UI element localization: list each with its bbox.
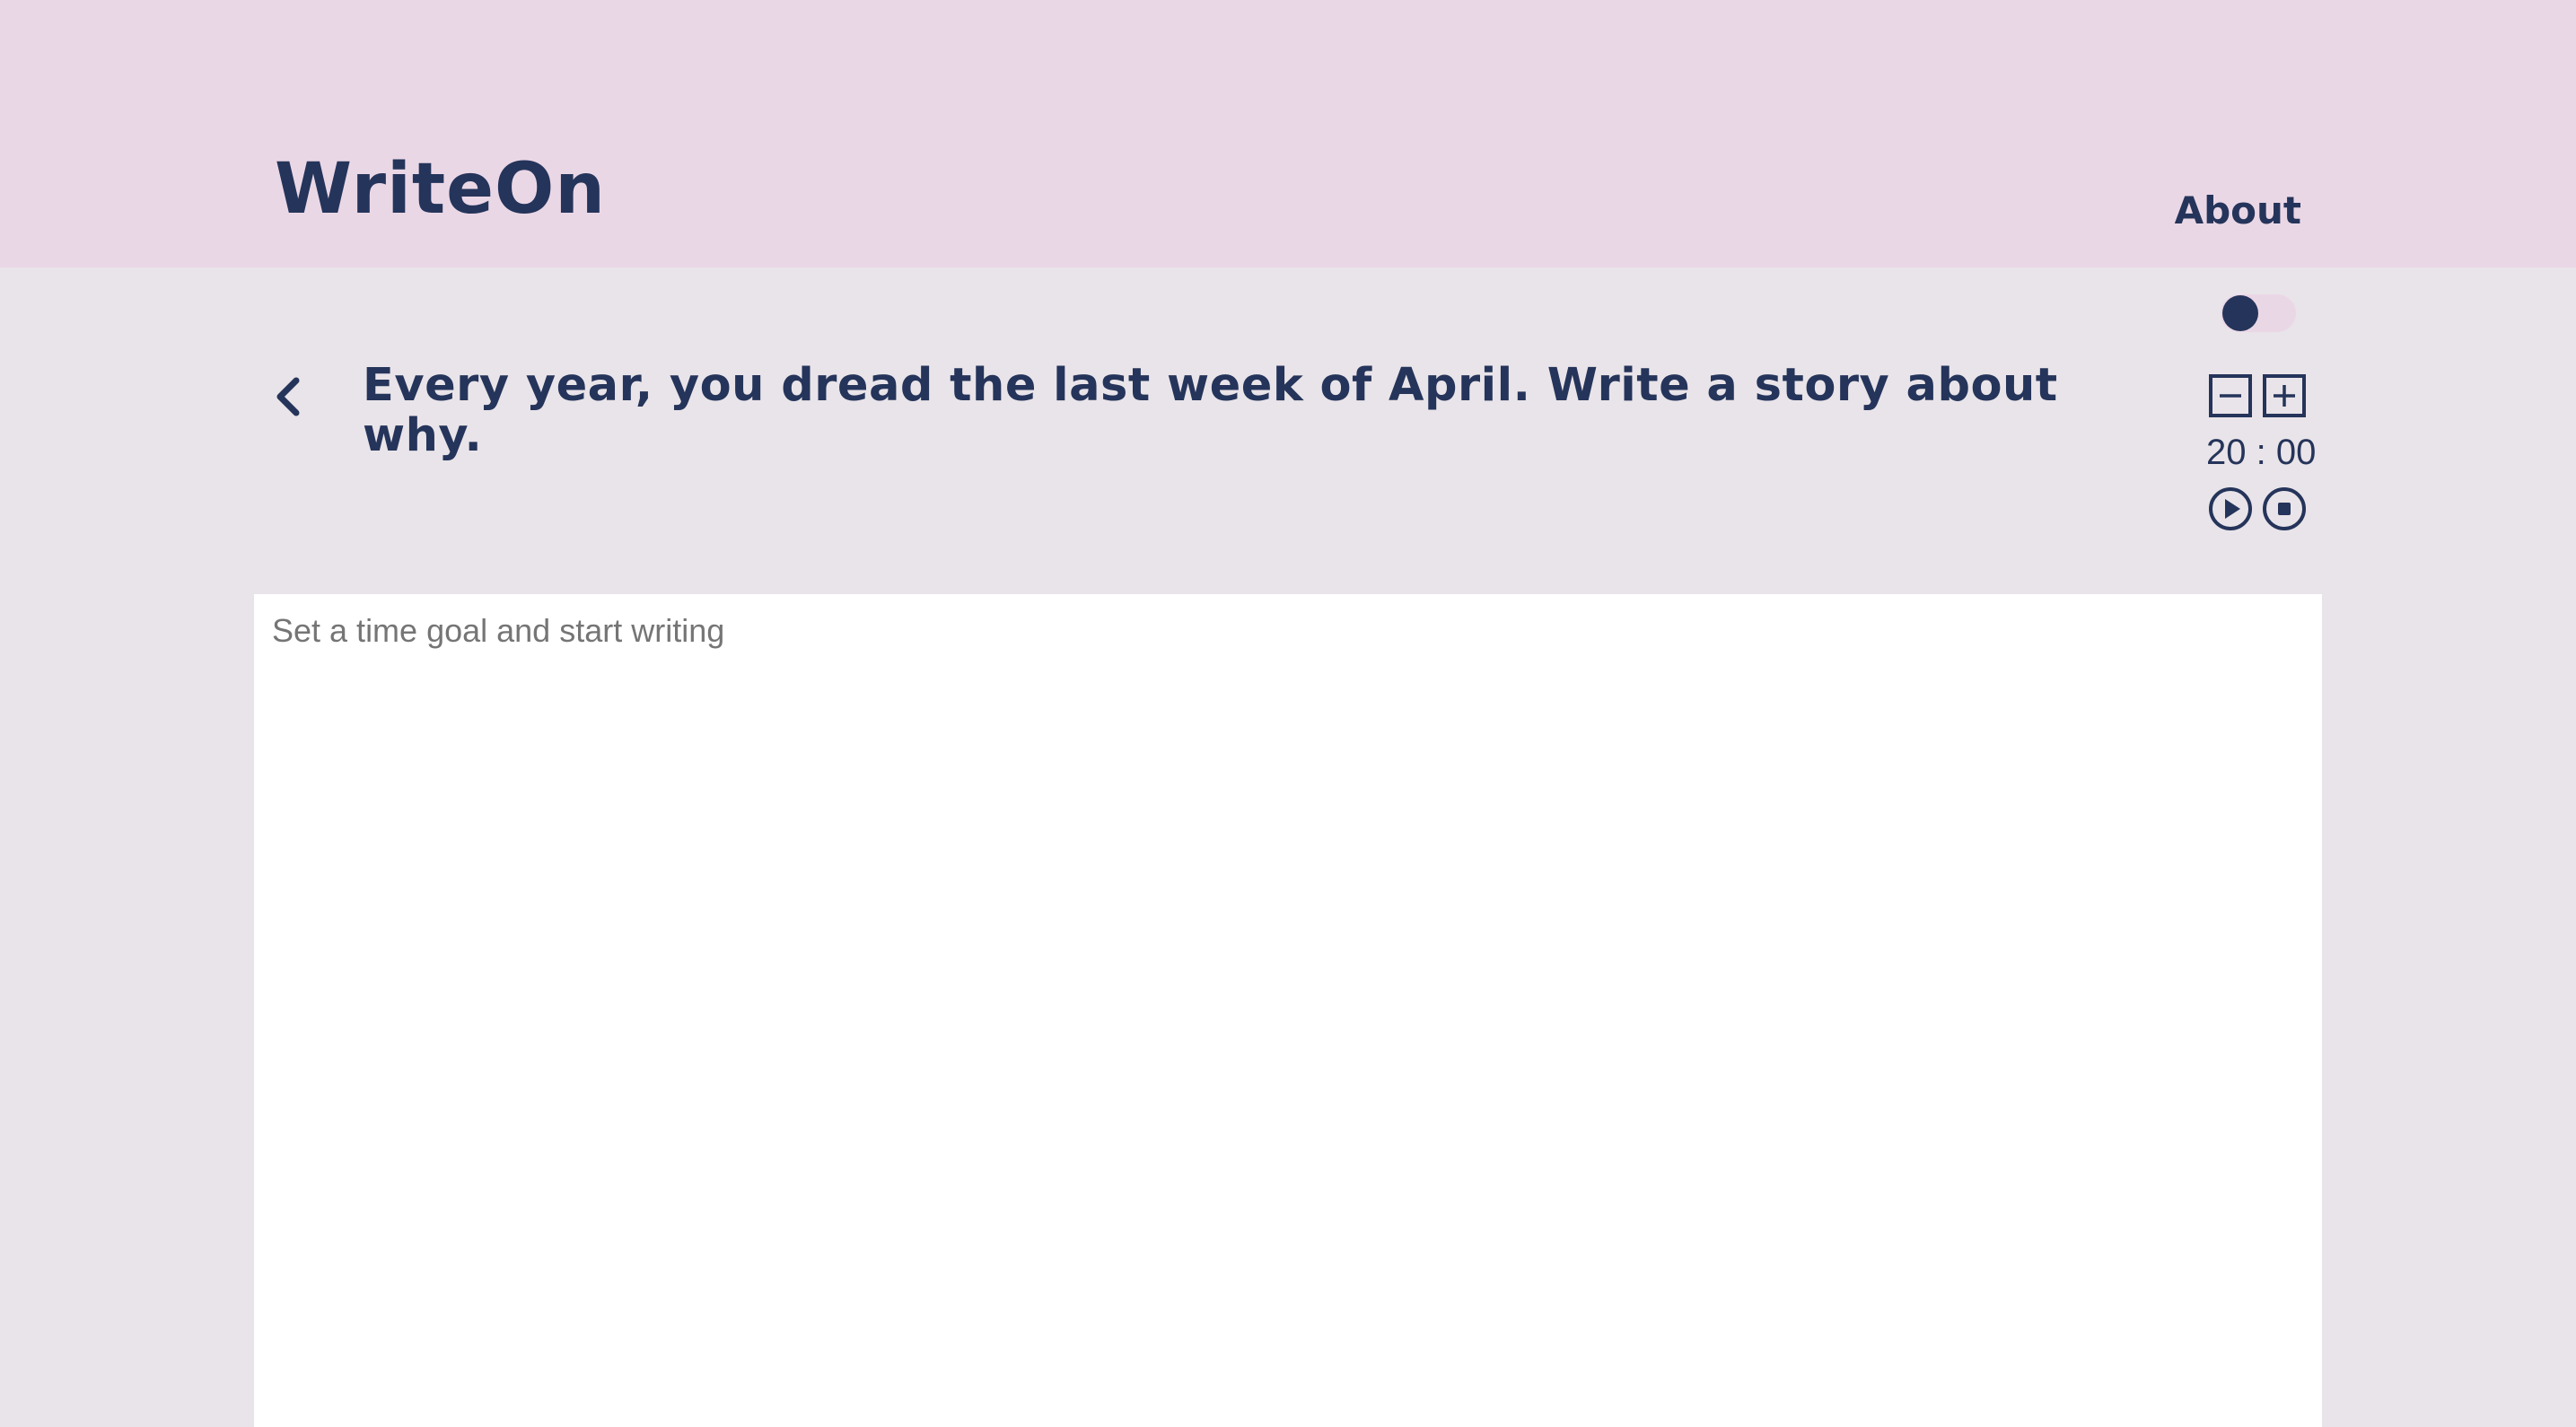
plus-square-icon (2263, 374, 2306, 417)
header-bar: WriteOn About (0, 0, 2576, 267)
about-link[interactable]: About (2175, 192, 2301, 230)
writing-editor[interactable] (254, 594, 2322, 1427)
timer-display: 20 : 00 (2206, 433, 2317, 472)
timer-panel: 20 : 00 (2206, 372, 2317, 542)
toggle-knob (2222, 295, 2258, 331)
writing-prompt: Every year, you dread the last week of A… (363, 359, 2058, 463)
play-circle-icon (2209, 487, 2252, 530)
stop-button[interactable] (2262, 486, 2307, 531)
decrease-time-button[interactable] (2208, 373, 2253, 418)
brand-logo[interactable]: WriteOn (275, 154, 606, 224)
back-button[interactable] (269, 372, 312, 422)
minus-square-icon (2209, 374, 2252, 417)
play-button[interactable] (2208, 486, 2253, 531)
theme-toggle[interactable] (2221, 294, 2296, 332)
increase-time-button[interactable] (2262, 373, 2307, 418)
chevron-left-icon (276, 377, 300, 416)
stop-circle-icon (2263, 487, 2306, 530)
